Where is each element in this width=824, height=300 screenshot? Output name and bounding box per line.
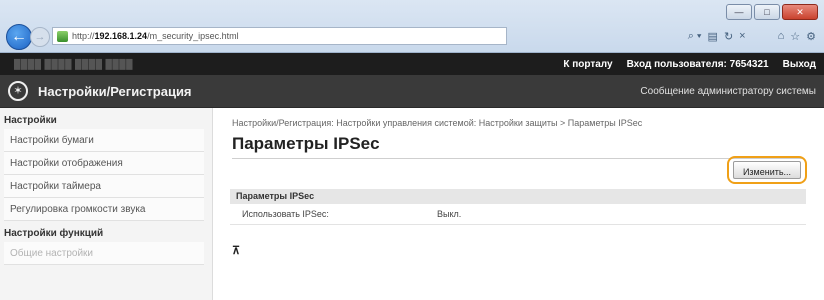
sidebar-header-functions: Настройки функций: [4, 228, 104, 239]
forward-arrow-icon[interactable]: →: [30, 27, 50, 47]
sidebar-item-timer[interactable]: Настройки таймера: [4, 175, 204, 198]
admin-message-link[interactable]: Сообщение администратору системы: [640, 86, 816, 97]
sidebar-item-paper[interactable]: Настройки бумаги: [4, 129, 204, 152]
edit-highlight: Изменить...: [727, 156, 807, 184]
sidebar-item-volume[interactable]: Регулировка громкости звука: [4, 198, 204, 221]
main-content: Настройки/Регистрация: Настройки управле…: [222, 108, 814, 300]
favorites-star-icon[interactable]: ☆: [790, 30, 800, 43]
device-info-bar: ████ ████ ████ ████ К порталу Вход польз…: [0, 53, 824, 75]
device-name: ████ ████ ████ ████: [14, 59, 134, 69]
browser-toolbar: — □ ✕ ← → http:// 192.168.1.24 /m_securi…: [0, 0, 824, 53]
ipsec-use-label: Использовать IPSec:: [242, 209, 329, 219]
app-title-bar: ✶ Настройки/Регистрация Сообщение админи…: [0, 75, 824, 108]
maximize-button[interactable]: □: [754, 4, 780, 20]
settings-gear-icon[interactable]: ⚙: [806, 30, 816, 43]
sidebar: Настройки Настройки бумаги Настройки ото…: [0, 108, 213, 300]
breadcrumb: Настройки/Регистрация: Настройки управле…: [232, 118, 643, 128]
logout-link[interactable]: Выход: [783, 59, 816, 70]
compat-view-icon[interactable]: ▤: [708, 30, 718, 43]
refresh-icon[interactable]: ↻: [724, 30, 733, 43]
stop-icon[interactable]: ×: [739, 30, 745, 42]
login-info: Вход пользователя: 7654321: [626, 58, 769, 70]
app-title: Настройки/Регистрация: [38, 83, 192, 99]
ipsec-use-value: Выкл.: [437, 209, 462, 219]
search-icon[interactable]: ⌕ ▾: [688, 30, 702, 43]
edit-button[interactable]: Изменить...: [733, 161, 801, 179]
url-prefix: http://: [72, 31, 95, 41]
url-path: /m_security_ipsec.html: [147, 31, 239, 41]
sidebar-header-settings: Настройки: [4, 115, 57, 126]
url-host: 192.168.1.24: [94, 31, 148, 41]
page-favicon-icon: [57, 30, 68, 42]
sidebar-item-general[interactable]: Общие настройки: [4, 242, 204, 265]
window-controls: — □ ✕: [726, 4, 818, 20]
close-window-button[interactable]: ✕: [782, 4, 818, 20]
portal-link[interactable]: К порталу: [563, 59, 612, 70]
title-divider: [232, 158, 804, 159]
address-bar[interactable]: http:// 192.168.1.24 /m_security_ipsec.h…: [52, 27, 507, 45]
row-divider: [230, 224, 806, 225]
minimize-button[interactable]: —: [726, 4, 752, 20]
section-header: Параметры IPSec: [230, 189, 806, 204]
home-icon[interactable]: ⌂: [778, 30, 785, 42]
browser-tools: ⌕ ▾ ▤ ↻ × ⌂ ☆ ⚙: [512, 28, 816, 44]
page-title: Параметры IPSec: [232, 134, 380, 153]
sidebar-item-display[interactable]: Настройки отображения: [4, 152, 204, 175]
settings-asterisk-icon: ✶: [8, 81, 28, 101]
back-arrow-icon[interactable]: ←: [6, 24, 32, 50]
back-to-top-icon[interactable]: ⊼: [232, 246, 242, 257]
